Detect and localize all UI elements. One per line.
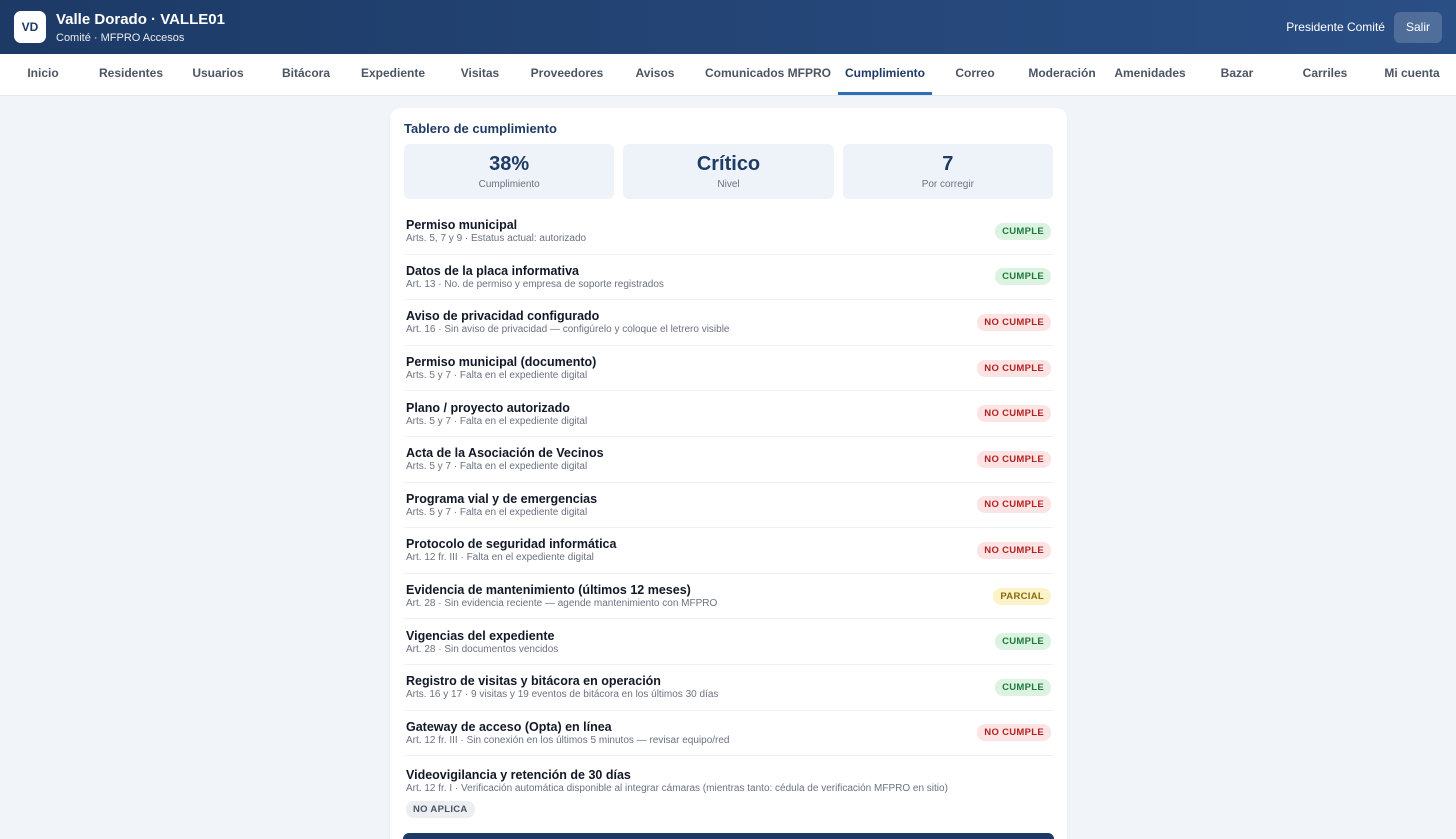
item-detail: Arts. 5 y 7 · Falta en el expediente dig…	[406, 506, 588, 518]
item-detail: Art. 28 · Sin documentos vencidos	[406, 643, 559, 655]
stat-label: Cumplimiento	[478, 179, 540, 190]
stats-row: 38% Cumplimiento Crítico Nivel 7 Por cor…	[404, 144, 1053, 199]
card-action-bar[interactable]	[403, 833, 1054, 839]
compliance-item: Vigencias del expediente Art. 28 · Sin do…	[404, 619, 1053, 665]
status-badge: CUMPLE	[995, 633, 1051, 651]
status-badge: CUMPLE	[995, 678, 1051, 696]
status-badge: PARCIAL	[993, 587, 1051, 605]
item-detail: Arts. 5 y 7 · Falta en el expediente dig…	[406, 370, 588, 382]
item-detail: Arts. 5 y 7 · Falta en el expediente dig…	[406, 415, 588, 427]
compliance-item: Datos de la placa informativa Art. 13 · N…	[404, 255, 1053, 301]
item-title: Permiso municipal	[406, 218, 518, 233]
compliance-item: Aviso de privacidad configurado Art. 16 ·…	[404, 300, 1053, 346]
item-title: Datos de la placa informativa	[406, 263, 579, 278]
item-title: Programa vial y de emergencias	[406, 491, 598, 506]
nav-tab-cumplimiento[interactable]: Cumplimiento	[845, 54, 925, 95]
item-title: Permiso municipal (documento)	[406, 355, 597, 370]
nav-tab-bazar[interactable]: Bazar	[1221, 54, 1254, 95]
status-badge: NO CUMPLE	[977, 405, 1051, 423]
stat-value: Crítico	[696, 153, 761, 175]
item-title: Evidencia de mantenimiento (últimos 12 m…	[406, 583, 691, 598]
dashboard-title: Tablero de cumplimiento	[404, 121, 557, 136]
status-badge: NO CUMPLE	[977, 541, 1051, 559]
item-detail: Arts. 16 y 17 · 9 visitas y 19 eventos d…	[406, 689, 719, 701]
user-role-label: Presidente Comité	[1286, 20, 1385, 34]
nav-tab-carriles[interactable]: Carriles	[1303, 54, 1348, 95]
status-badge: NO CUMPLE	[977, 359, 1051, 377]
item-detail: Art. 12 fr. III · Sin conexión en los úl…	[406, 734, 730, 746]
status-badge: NO CUMPLE	[977, 313, 1051, 331]
item-title: Gateway de acceso (Opta) en línea	[406, 719, 612, 734]
compliance-item: Registro de visitas y bitácora en operac…	[404, 665, 1053, 711]
nav-tab-comunicados[interactable]: Comunicados MFPRO	[705, 54, 831, 95]
stat-compliance: 38% Cumplimiento	[404, 144, 615, 199]
item-title: Protocolo de seguridad informática	[406, 537, 617, 552]
brand-block: Valle Dorado · VALLE01 Comité · MFPRO Ac…	[56, 11, 225, 44]
item-detail: Arts. 5 y 7 · Falta en el expediente dig…	[406, 461, 588, 473]
stat-level: Crítico Nivel	[623, 144, 834, 199]
item-detail: Art. 16 · Sin aviso de privacidad — conf…	[406, 324, 730, 336]
nav-tab-inicio[interactable]: Inicio	[27, 54, 58, 95]
nav-tab-amenidades[interactable]: Amenidades	[1114, 54, 1185, 95]
community-logo: VD	[14, 11, 46, 43]
item-detail: Art. 28 · Sin evidencia reciente — agend…	[406, 598, 718, 610]
top-bar: VD Valle Dorado · VALLE01 Comité · MFPRO…	[0, 0, 1456, 54]
item-title: Plano / proyecto autorizado	[406, 400, 570, 415]
stat-pending: 7 Por corregir	[842, 144, 1053, 199]
nav-tab-moderacion[interactable]: Moderación	[1028, 54, 1095, 95]
compliance-item: Permiso municipal (documento) Arts. 5 y 7…	[404, 346, 1053, 392]
status-badge: CUMPLE	[995, 268, 1051, 286]
nav-tab-usuarios[interactable]: Usuarios	[192, 54, 243, 95]
compliance-item: Programa vial y de emergencias Arts. 5 y …	[404, 483, 1053, 529]
item-detail: Art. 12 fr. I · Verificación automática …	[406, 783, 948, 795]
compliance-item: Acta de la Asociación de Vecinos Arts. 5 …	[404, 437, 1053, 483]
compliance-item: Permiso municipal Arts. 5, 7 y 9 · Estatu…	[404, 209, 1053, 255]
compliance-item: Protocolo de seguridad informática Art. 1…	[404, 528, 1053, 574]
nav-tab-correo[interactable]: Correo	[955, 54, 994, 95]
status-badge: NO CUMPLE	[977, 724, 1051, 742]
item-detail: Art. 13 · No. de permiso y empresa de so…	[406, 278, 664, 290]
nav-tab-proveedores[interactable]: Proveedores	[531, 54, 604, 95]
nav-tab-expediente[interactable]: Expediente	[361, 54, 425, 95]
stat-label: Nivel	[717, 179, 740, 190]
logout-button[interactable]: Salir	[1393, 11, 1442, 43]
item-title: Aviso de privacidad configurado	[406, 309, 600, 324]
active-tab-indicator	[838, 92, 932, 95]
item-title: Vigencias del expediente	[406, 628, 555, 643]
compliance-item: Videovigilancia y retención de 30 días A…	[404, 756, 1053, 819]
status-badge: NO APLICA	[406, 801, 475, 819]
item-detail: Arts. 5, 7 y 9 · Estatus actual: autoriz…	[406, 233, 587, 245]
status-badge: NO CUMPLE	[977, 496, 1051, 514]
stat-value: 7	[942, 153, 954, 175]
nav-tab-bitacora[interactable]: Bitácora	[282, 54, 330, 95]
community-title: Valle Dorado · VALLE01	[56, 10, 225, 28]
compliance-item: Plano / proyecto autorizado Arts. 5 y 7 ·…	[404, 391, 1053, 437]
item-title: Acta de la Asociación de Vecinos	[406, 446, 604, 461]
main-nav: Inicio Residentes Usuarios Bitácora Expe…	[0, 54, 1456, 96]
nav-tab-visitas[interactable]: Visitas	[461, 54, 499, 95]
status-badge: CUMPLE	[995, 222, 1051, 240]
stat-label: Por corregir	[921, 179, 974, 190]
compliance-dashboard-card: Tablero de cumplimiento 38% Cumplimiento…	[390, 108, 1067, 839]
community-subtitle: Comité · MFPRO Accesos	[56, 31, 185, 44]
nav-tab-avisos[interactable]: Avisos	[636, 54, 675, 95]
item-title: Videovigilancia y retención de 30 días	[406, 768, 631, 783]
nav-tab-residentes[interactable]: Residentes	[99, 54, 163, 95]
item-detail: Art. 12 fr. III · Falta en el expediente…	[406, 552, 594, 564]
item-title: Registro de visitas y bitácora en operac…	[406, 674, 661, 689]
compliance-item: Evidencia de mantenimiento (últimos 12 m…	[404, 574, 1053, 620]
status-badge: NO CUMPLE	[977, 450, 1051, 468]
stat-value: 38%	[489, 153, 530, 175]
nav-tab-mi-cuenta[interactable]: Mi cuenta	[1384, 54, 1439, 95]
compliance-item: Gateway de acceso (Opta) en línea Art. 12…	[404, 711, 1053, 757]
